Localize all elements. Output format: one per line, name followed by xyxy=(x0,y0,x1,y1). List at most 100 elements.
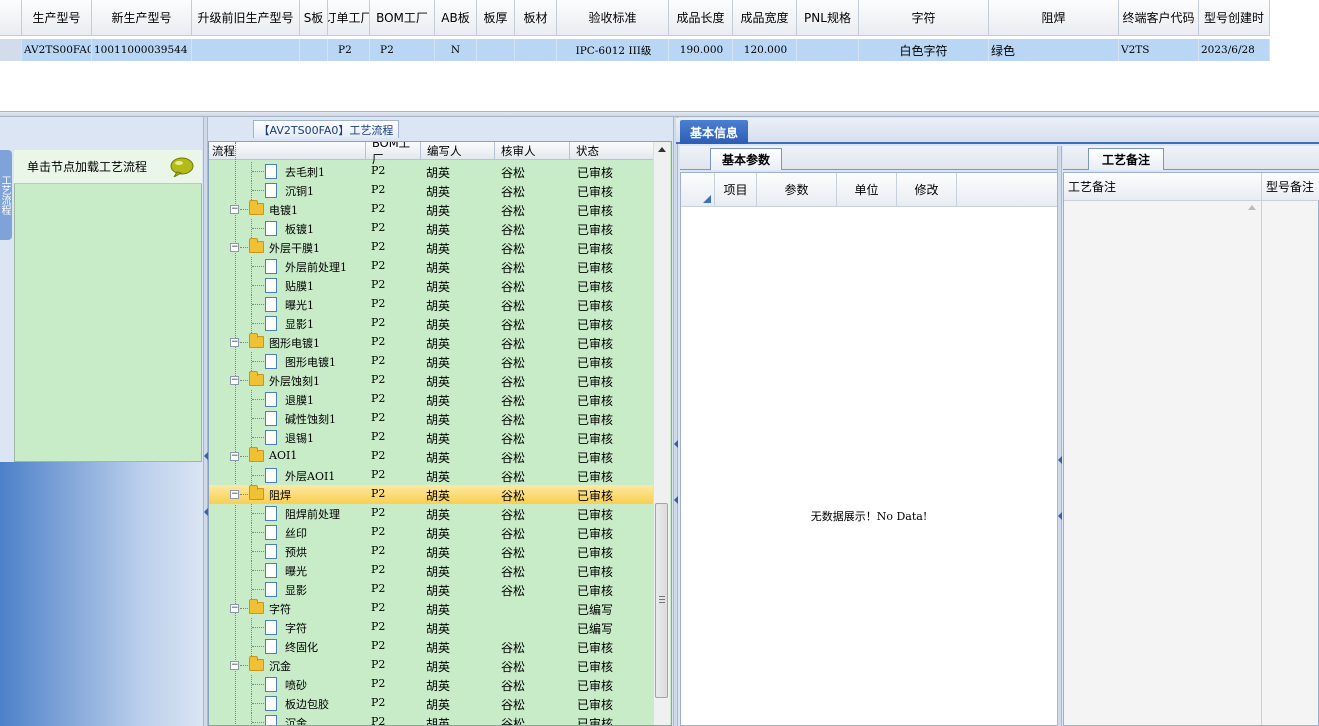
side-tab-process[interactable]: 工艺流程 xyxy=(0,150,12,240)
tree-node-step[interactable]: 字符 P2 胡英 已编写 xyxy=(209,618,655,637)
model-cell[interactable]: 10011000039544 xyxy=(92,39,192,61)
model-col-header[interactable]: 成品长度 xyxy=(669,0,733,36)
param-col-value[interactable]: 参数 xyxy=(757,173,837,207)
row-selector[interactable] xyxy=(0,39,22,61)
model-col-header[interactable]: PNL规格 xyxy=(797,0,859,36)
model-col-header[interactable]: AB板 xyxy=(435,0,477,36)
model-col-header[interactable]: 板厚 xyxy=(477,0,515,36)
tab-base-params[interactable]: 基本参数 xyxy=(710,148,782,170)
tree-node-step[interactable]: 板边包胶 P2 胡英 谷松 已审核 xyxy=(209,694,655,713)
model-cell[interactable] xyxy=(797,39,859,61)
model-cell[interactable]: 120.000 xyxy=(733,39,797,61)
model-cell[interactable]: N xyxy=(435,39,477,61)
model-cell[interactable]: 2023/6/28 xyxy=(1199,39,1270,61)
right-splitter[interactable] xyxy=(1057,146,1062,726)
tree-node-group[interactable]: − 外层蚀刻1 P2 胡英 谷松 已审核 xyxy=(209,371,655,390)
tree-col-flow[interactable]: 流程 xyxy=(209,142,366,160)
model-col-header[interactable]: 升级前旧生产型号 xyxy=(192,0,300,36)
tree-node-step[interactable]: 贴膜1 P2 胡英 谷松 已审核 xyxy=(209,276,655,295)
tree-node-step[interactable]: 退锡1 P2 胡英 谷松 已审核 xyxy=(209,428,655,447)
model-col-header[interactable]: S板 xyxy=(300,0,328,36)
tree-node-step[interactable]: 终固化 P2 胡英 谷松 已审核 xyxy=(209,637,655,656)
tree-node-group[interactable]: − 外层干膜1 P2 胡英 谷松 已审核 xyxy=(209,238,655,257)
collapse-remark-icon-2[interactable] xyxy=(1058,512,1062,520)
tree-node-step[interactable]: 外层AOI1 P2 胡英 谷松 已审核 xyxy=(209,466,655,485)
tree-col-reviewer[interactable]: 核审人 xyxy=(495,142,570,160)
scroll-up-icon[interactable] xyxy=(658,147,666,152)
param-grid-corner[interactable] xyxy=(681,173,715,207)
tree-node-step[interactable]: 板镀1 P2 胡英 谷松 已审核 xyxy=(209,219,655,238)
model-cell[interactable]: P2 xyxy=(370,39,435,61)
collapse-toggle-icon[interactable]: − xyxy=(230,490,239,499)
model-cell[interactable]: P2 xyxy=(328,39,370,61)
model-col-header[interactable]: 生产型号 xyxy=(22,0,92,36)
param-col-modify[interactable]: 修改 xyxy=(897,173,957,207)
tree-node-step[interactable]: 图形电镀1 P2 胡英 谷松 已审核 xyxy=(209,352,655,371)
collapse-toggle-icon[interactable]: − xyxy=(230,661,239,670)
tree-node-step[interactable]: 丝印 P2 胡英 谷松 已审核 xyxy=(209,523,655,542)
tree-node-step[interactable]: 退膜1 P2 胡英 谷松 已审核 xyxy=(209,390,655,409)
tree-node-step[interactable]: 曝光 P2 胡英 谷松 已审核 xyxy=(209,561,655,580)
model-col-header[interactable]: 型号创建时 xyxy=(1199,0,1270,36)
model-col-header[interactable]: 新生产型号 xyxy=(92,0,192,36)
model-cell[interactable]: V2TS xyxy=(1119,39,1199,61)
tree-node-step[interactable]: 沉铜1 P2 胡英 谷松 已审核 xyxy=(209,181,655,200)
tab-process-remark[interactable]: 工艺备注 xyxy=(1088,148,1164,170)
process-remark-text[interactable] xyxy=(1064,201,1262,725)
model-col-header[interactable]: 验收标准 xyxy=(557,0,669,36)
model-col-header[interactable]: BOM工厂 xyxy=(370,0,435,36)
tree-node-step[interactable]: 沉金 P2 胡英 谷松 已审核 xyxy=(209,713,655,725)
tree-col-writer[interactable]: 编写人 xyxy=(421,142,495,160)
tree-node-step[interactable]: 阻焊前处理 P2 胡英 谷松 已审核 xyxy=(209,504,655,523)
tree-node-group[interactable]: − 图形电镀1 P2 胡英 谷松 已审核 xyxy=(209,333,655,352)
tree-node-group[interactable]: − 沉金 P2 胡英 谷松 已审核 xyxy=(209,656,655,675)
tree-col-bom[interactable]: BOM工厂 xyxy=(366,142,421,166)
model-cell[interactable] xyxy=(300,39,328,61)
collapse-toggle-icon[interactable]: − xyxy=(230,376,239,385)
param-col-item[interactable]: 项目 xyxy=(715,173,757,207)
collapse-toggle-icon[interactable]: − xyxy=(230,205,239,214)
collapse-toggle-icon[interactable]: − xyxy=(230,604,239,613)
remark-col-model[interactable]: 型号备注 xyxy=(1262,173,1319,201)
tree-node-group[interactable]: − AOI1 P2 胡英 谷松 已审核 xyxy=(209,447,655,466)
scroll-thumb[interactable] xyxy=(655,503,668,698)
param-col-unit[interactable]: 单位 xyxy=(837,173,897,207)
middle-splitter[interactable] xyxy=(673,117,678,726)
tree-node-step[interactable]: 去毛刺1 P2 胡英 谷松 已审核 xyxy=(209,162,655,181)
tree-node-step[interactable]: 碱性蚀刻1 P2 胡英 谷松 已审核 xyxy=(209,409,655,428)
model-col-header[interactable]: 成品宽度 xyxy=(733,0,797,36)
model-col-header[interactable]: 板材 xyxy=(515,0,557,36)
model-cell[interactable]: 白色字符 xyxy=(859,39,989,61)
model-cell[interactable]: 190.000 xyxy=(669,39,733,61)
collapse-tree-icon-2[interactable] xyxy=(674,496,678,504)
model-cell[interactable] xyxy=(515,39,557,61)
tree-col-status[interactable]: 状态 xyxy=(570,142,655,160)
tree-node-group[interactable]: − 阻焊 P2 胡英 谷松 已审核 xyxy=(209,485,655,504)
tree-node-step[interactable]: 喷砂 P2 胡英 谷松 已审核 xyxy=(209,675,655,694)
collapse-remark-icon[interactable] xyxy=(1058,456,1062,464)
model-grid-row[interactable]: AV2TS00FA0 10011000039544 P2 P2 N IPC-6012 II… xyxy=(0,39,1270,61)
model-grid-corner[interactable] xyxy=(0,0,22,36)
tree-node-step[interactable]: 曝光1 P2 胡英 谷松 已审核 xyxy=(209,295,655,314)
model-cell[interactable]: 绿色 xyxy=(989,39,1119,61)
tree-node-step[interactable]: 外层前处理1 P2 胡英 谷松 已审核 xyxy=(209,257,655,276)
collapse-toggle-icon[interactable]: − xyxy=(230,243,239,252)
model-col-header[interactable]: 终端客户代码 xyxy=(1119,0,1199,36)
remark-scroll-up-icon[interactable] xyxy=(1248,205,1256,210)
model-cell[interactable] xyxy=(477,39,515,61)
tree-node-step[interactable]: 显影 P2 胡英 谷松 已审核 xyxy=(209,580,655,599)
collapse-toggle-icon[interactable]: − xyxy=(230,338,239,347)
model-cell[interactable]: IPC-6012 III级 xyxy=(557,39,669,61)
model-col-header[interactable]: 订单工厂 xyxy=(328,0,370,36)
tree-node-step[interactable]: 预烘 P2 胡英 谷松 已审核 xyxy=(209,542,655,561)
tab-base-info[interactable]: 基本信息 xyxy=(680,120,748,144)
tree-node-group[interactable]: − 电镀1 P2 胡英 谷松 已审核 xyxy=(209,200,655,219)
tree-node-step[interactable]: 显影1 P2 胡英 谷松 已审核 xyxy=(209,314,655,333)
remark-col-process[interactable]: 工艺备注 xyxy=(1064,173,1262,201)
tree-node-group[interactable]: − 字符 P2 胡英 已编写 xyxy=(209,599,655,618)
model-cell[interactable] xyxy=(192,39,300,61)
collapse-toggle-icon[interactable]: − xyxy=(230,452,239,461)
collapse-tree-icon[interactable] xyxy=(674,440,678,448)
model-cell[interactable]: AV2TS00FA0 xyxy=(22,39,92,61)
model-col-header[interactable]: 阻焊 xyxy=(989,0,1119,36)
